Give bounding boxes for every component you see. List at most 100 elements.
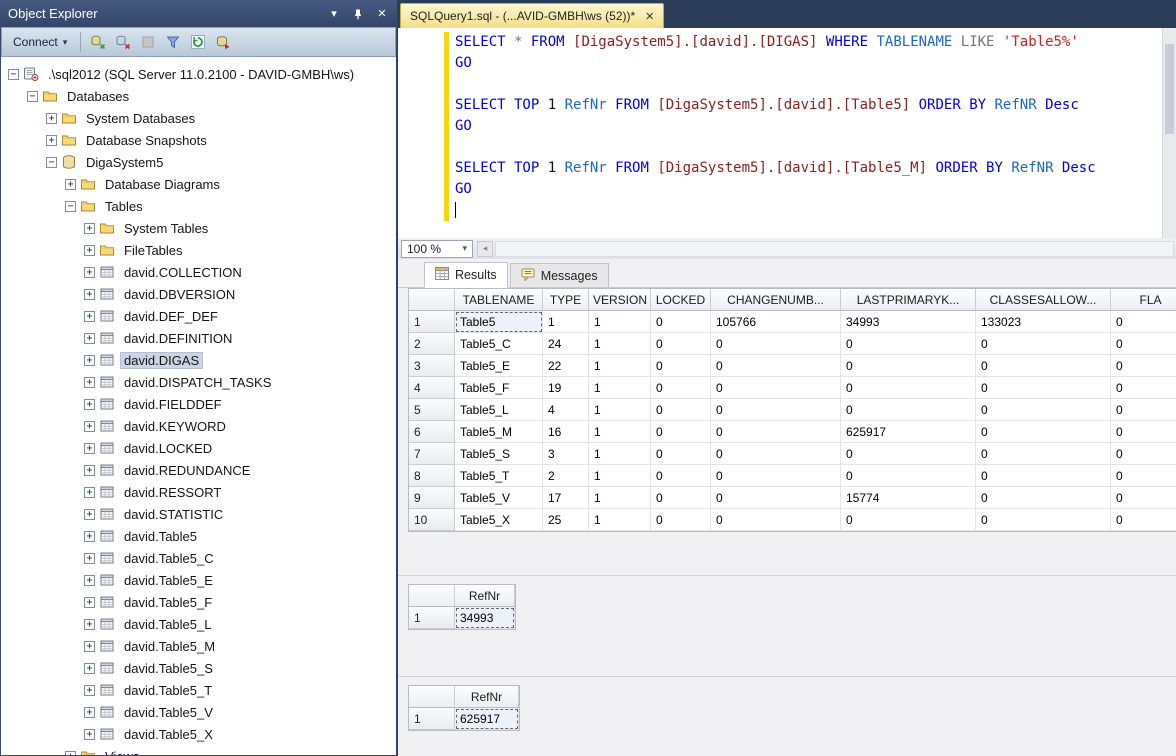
grid-cell[interactable]: 19 bbox=[543, 377, 589, 399]
grid-cell[interactable]: 24 bbox=[543, 333, 589, 355]
tab-sqlquery1[interactable]: SQLQuery1.sql - (...AVID-GMBH\ws (52))* … bbox=[400, 3, 664, 28]
grid-cell[interactable]: 1 bbox=[589, 399, 651, 421]
grid-cell[interactable]: 0 bbox=[711, 509, 841, 531]
stop-icon[interactable] bbox=[137, 30, 159, 54]
grid-cell[interactable]: 4 bbox=[543, 399, 589, 421]
expand-icon[interactable]: + bbox=[84, 597, 95, 608]
expand-icon[interactable]: + bbox=[84, 289, 95, 300]
expand-icon[interactable]: + bbox=[84, 685, 95, 696]
grid-cell[interactable]: 0 bbox=[711, 487, 841, 509]
expand-icon[interactable]: + bbox=[84, 267, 95, 278]
grid-cell[interactable]: 133023 bbox=[976, 311, 1111, 333]
grid-cell[interactable]: 0 bbox=[651, 333, 711, 355]
scrollbar-thumb[interactable] bbox=[1165, 44, 1174, 134]
tree-item[interactable]: +david.Table5_E bbox=[1, 569, 396, 591]
expand-icon[interactable]: + bbox=[84, 619, 95, 630]
sql-editor[interactable]: SELECT * FROM [DigaSystem5].[david].[DIG… bbox=[398, 28, 1176, 238]
grid-cell[interactable]: 0 bbox=[976, 421, 1111, 443]
expand-icon[interactable]: + bbox=[84, 399, 95, 410]
grid-cell[interactable]: 3 bbox=[543, 443, 589, 465]
grid-cell[interactable]: Table5_V bbox=[455, 487, 543, 509]
expand-icon[interactable]: + bbox=[84, 465, 95, 476]
column-header[interactable]: TYPE bbox=[543, 289, 589, 311]
collapse-icon[interactable]: − bbox=[27, 91, 38, 102]
tree-item[interactable]: +System Databases bbox=[1, 107, 396, 129]
grid-cell[interactable]: 0 bbox=[651, 355, 711, 377]
tree-item[interactable]: +david.Table5_M bbox=[1, 635, 396, 657]
column-header[interactable]: RefNr bbox=[455, 585, 515, 607]
grid-cell[interactable]: 22 bbox=[543, 355, 589, 377]
column-header[interactable]: VERSION bbox=[589, 289, 651, 311]
connect-button[interactable]: Connect ▾ bbox=[6, 31, 74, 53]
grid-cell[interactable]: 105766 bbox=[711, 311, 841, 333]
tree-item[interactable]: +david.DEFINITION bbox=[1, 327, 396, 349]
grid-cell[interactable]: Table5_L bbox=[455, 399, 543, 421]
tab-messages[interactable]: Messages bbox=[510, 263, 609, 287]
editor-horizontal-scrollbar[interactable] bbox=[495, 241, 1174, 257]
grid-cell[interactable]: 1 bbox=[589, 421, 651, 443]
row-header[interactable]: 2 bbox=[409, 333, 455, 355]
grid-cell[interactable]: 34993 bbox=[455, 607, 515, 629]
grid-cell[interactable]: 0 bbox=[841, 399, 976, 421]
tree-item[interactable]: −.\sql2012 (SQL Server 11.0.2100 - DAVID… bbox=[1, 63, 396, 85]
grid-cell[interactable]: Table5_C bbox=[455, 333, 543, 355]
grid-cell[interactable]: 0 bbox=[711, 355, 841, 377]
grid-cell[interactable]: 17 bbox=[543, 487, 589, 509]
grid-cell[interactable]: Table5_E bbox=[455, 355, 543, 377]
row-header[interactable]: 1 bbox=[409, 607, 455, 629]
tab-results[interactable]: Results bbox=[424, 262, 508, 288]
corner-header[interactable] bbox=[409, 585, 455, 607]
collapse-icon[interactable]: − bbox=[65, 201, 76, 212]
expand-icon[interactable]: + bbox=[84, 377, 95, 388]
grid-cell[interactable]: 34993 bbox=[841, 311, 976, 333]
grid-cell[interactable]: 0 bbox=[651, 399, 711, 421]
expand-icon[interactable]: + bbox=[84, 663, 95, 674]
grid-cell[interactable]: 625917 bbox=[455, 708, 519, 730]
filter-icon[interactable] bbox=[162, 30, 184, 54]
column-header[interactable]: TABLENAME bbox=[455, 289, 543, 311]
expand-icon[interactable]: + bbox=[84, 575, 95, 586]
close-icon[interactable]: ✕ bbox=[373, 5, 391, 23]
grid-cell[interactable]: 0 bbox=[711, 465, 841, 487]
grid-cell[interactable]: 0 bbox=[711, 377, 841, 399]
column-header[interactable]: RefNr bbox=[455, 686, 519, 708]
grid-cell[interactable]: 0 bbox=[841, 377, 976, 399]
row-header[interactable]: 1 bbox=[409, 311, 455, 333]
grid-cell[interactable]: 0 bbox=[1111, 443, 1176, 465]
refresh-icon[interactable] bbox=[187, 30, 209, 54]
grid-cell[interactable]: 0 bbox=[976, 333, 1111, 355]
grid-cell[interactable]: 0 bbox=[976, 355, 1111, 377]
close-tab-icon[interactable]: ✕ bbox=[645, 10, 654, 23]
grid-cell[interactable]: 0 bbox=[976, 465, 1111, 487]
tree-item[interactable]: +david.FIELDDEF bbox=[1, 393, 396, 415]
grid-cell[interactable]: 0 bbox=[1111, 311, 1176, 333]
grid-cell[interactable]: 0 bbox=[651, 311, 711, 333]
expand-icon[interactable]: + bbox=[65, 179, 76, 190]
grid-cell[interactable]: 0 bbox=[651, 377, 711, 399]
grid-cell[interactable]: 0 bbox=[1111, 399, 1176, 421]
editor-vertical-scrollbar[interactable] bbox=[1162, 28, 1176, 238]
tree-item[interactable]: +david.DISPATCH_TASKS bbox=[1, 371, 396, 393]
grid-cell[interactable]: 1 bbox=[589, 487, 651, 509]
row-header[interactable]: 10 bbox=[409, 509, 455, 531]
grid-cell[interactable]: 1 bbox=[589, 355, 651, 377]
tree-item[interactable]: +david.COLLECTION bbox=[1, 261, 396, 283]
row-header[interactable]: 9 bbox=[409, 487, 455, 509]
column-header[interactable]: FLA bbox=[1111, 289, 1176, 311]
expand-icon[interactable]: + bbox=[84, 729, 95, 740]
grid-cell[interactable]: 0 bbox=[841, 333, 976, 355]
grid-cell[interactable]: 0 bbox=[841, 443, 976, 465]
tree-item[interactable]: +Database Diagrams bbox=[1, 173, 396, 195]
grid-cell[interactable]: 0 bbox=[1111, 355, 1176, 377]
grid-cell[interactable]: 0 bbox=[1111, 509, 1176, 531]
tree-item[interactable]: +david.KEYWORD bbox=[1, 415, 396, 437]
grid-cell[interactable]: 0 bbox=[976, 399, 1111, 421]
grid-cell[interactable]: Table5_X bbox=[455, 509, 543, 531]
disconnect-server-icon[interactable] bbox=[112, 30, 134, 54]
tree-item[interactable]: +System Tables bbox=[1, 217, 396, 239]
expand-icon[interactable]: + bbox=[46, 113, 57, 124]
grid-cell[interactable]: 1 bbox=[589, 509, 651, 531]
grid-cell[interactable]: 0 bbox=[651, 465, 711, 487]
expand-icon[interactable]: + bbox=[46, 135, 57, 146]
tree-item[interactable]: +david.STATISTIC bbox=[1, 503, 396, 525]
